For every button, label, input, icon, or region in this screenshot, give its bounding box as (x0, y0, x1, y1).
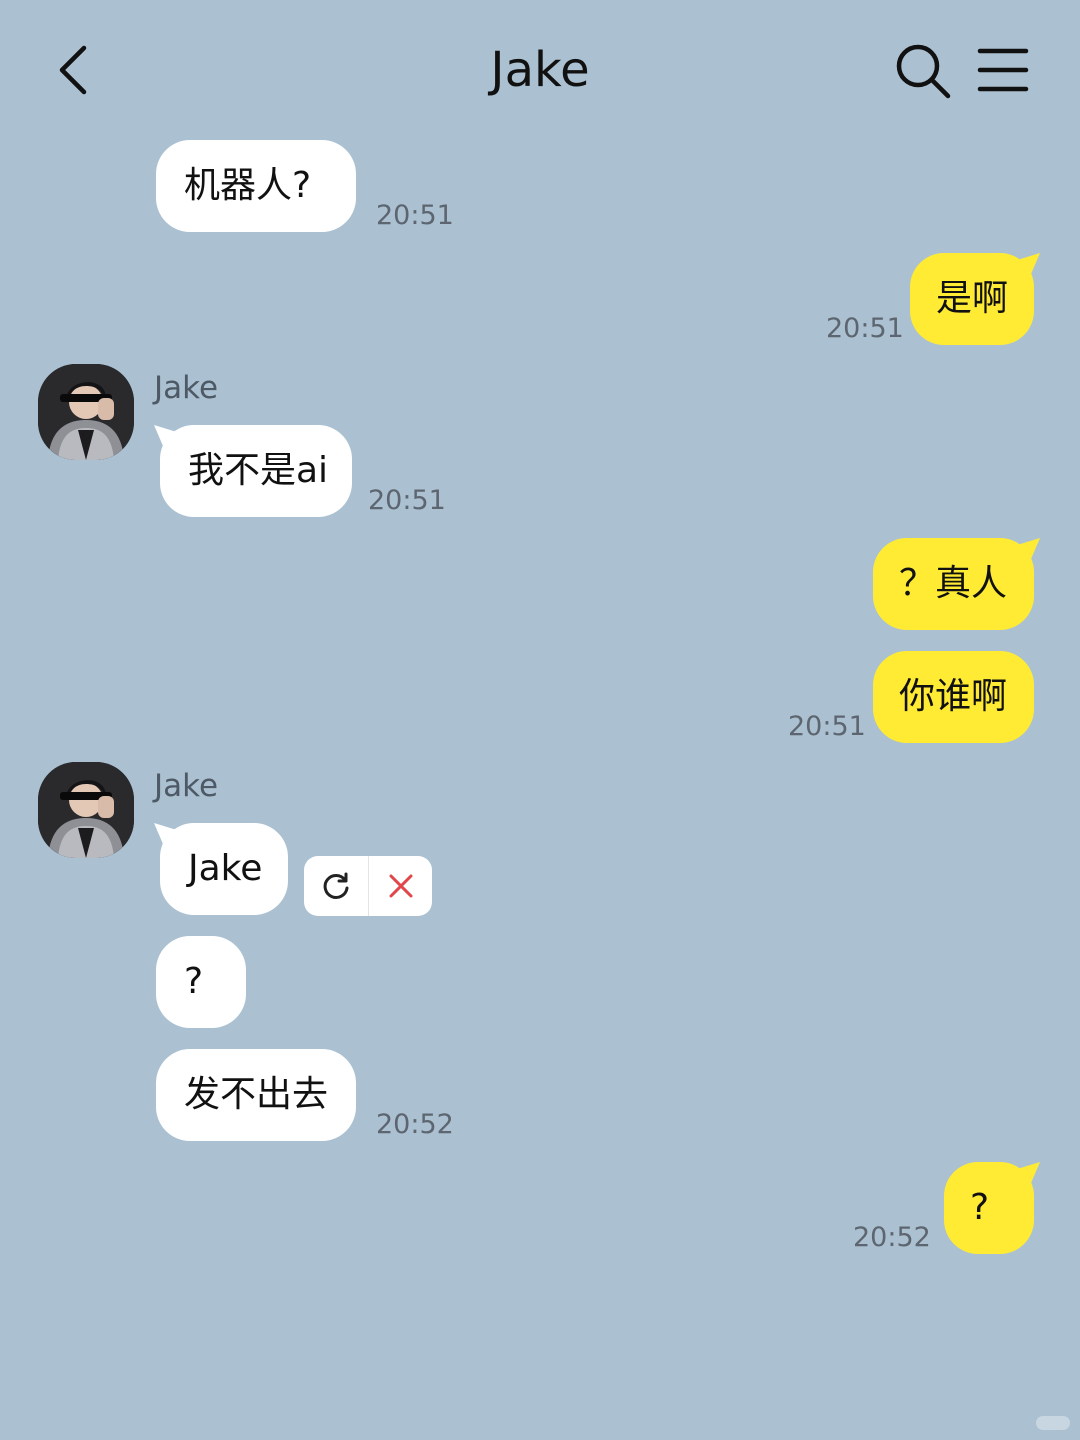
message-text: Jake (188, 848, 263, 889)
message-text: 发不出去 (184, 1074, 329, 1115)
incoming-message-bubble[interactable]: 机器人? (156, 140, 356, 232)
watermark (1036, 1416, 1070, 1430)
sender-name: Jake (154, 370, 219, 406)
outgoing-message-bubble[interactable]: ? (944, 1162, 1040, 1254)
avatar[interactable] (38, 762, 134, 858)
incoming-message-bubble[interactable]: 我不是ai (154, 425, 352, 517)
message-timestamp: 20:52 (853, 1222, 931, 1253)
message-timestamp: 20:51 (826, 313, 904, 344)
bubble-tail (1014, 253, 1040, 281)
incoming-message-bubble[interactable]: 发不出去 (156, 1049, 356, 1141)
search-icon (896, 44, 951, 99)
message-text: 是啊 (936, 278, 1009, 319)
bubble-tail (1014, 1162, 1040, 1190)
menu-button[interactable] (972, 38, 1036, 102)
failed-message-actions (304, 856, 432, 916)
message-timestamp: 20:52 (376, 1109, 454, 1140)
sender-name: Jake (154, 768, 219, 804)
bubble-tail (1014, 538, 1040, 566)
hamburger-menu-icon (977, 48, 1029, 92)
message-timestamp: 20:51 (788, 711, 866, 742)
avatar-photo (38, 364, 134, 460)
message-text: 我不是ai (188, 450, 329, 491)
retry-icon (323, 872, 349, 899)
incoming-message-bubble[interactable]: Jake (154, 823, 288, 915)
incoming-message-bubble[interactable]: ? (156, 936, 246, 1028)
outgoing-message-bubble[interactable]: ？真人 (873, 538, 1040, 630)
message-timestamp: 20:51 (368, 485, 446, 516)
outgoing-message-bubble[interactable]: 是啊 (910, 253, 1040, 345)
avatar[interactable] (38, 364, 134, 460)
chat-header: Jake (0, 0, 1080, 140)
search-button[interactable] (890, 38, 954, 102)
retry-button[interactable] (304, 856, 369, 916)
message-timestamp: 20:51 (376, 200, 454, 231)
message-text: 机器人? (184, 165, 312, 206)
bubble-tail (154, 823, 180, 851)
message-text: ? (970, 1187, 990, 1228)
message-text: ? (184, 961, 204, 1002)
close-icon (389, 874, 413, 898)
bubble-tail (154, 425, 180, 453)
message-text: ？真人 (899, 563, 1008, 604)
message-text: 你谁啊 (899, 676, 1008, 717)
outgoing-message-bubble[interactable]: 你谁啊 (873, 651, 1034, 743)
avatar-photo (38, 762, 134, 858)
cancel-send-button[interactable] (369, 856, 432, 916)
